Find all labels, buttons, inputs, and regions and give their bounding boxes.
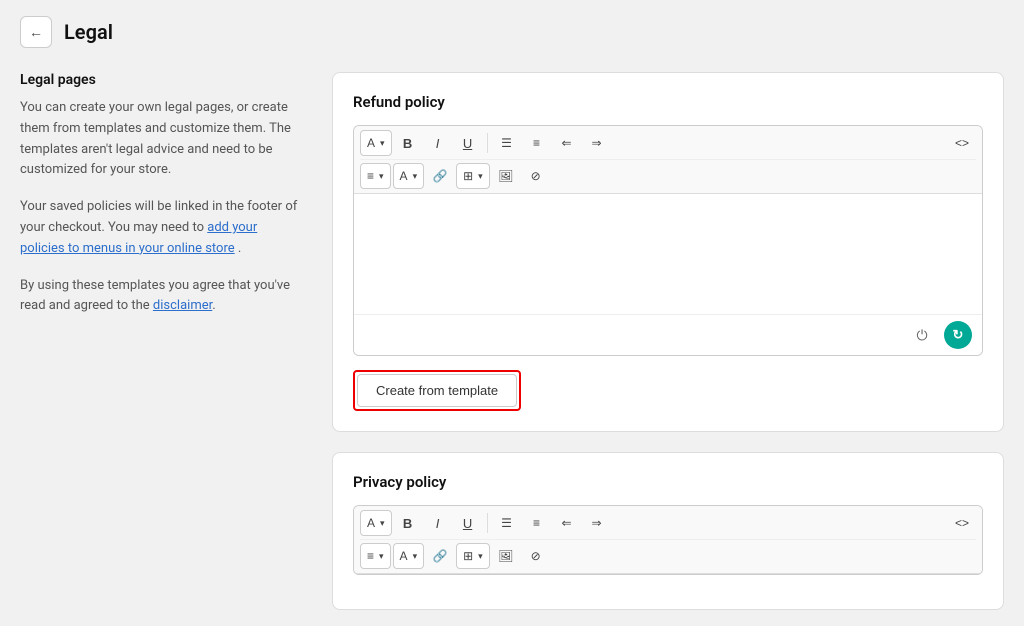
bold-button[interactable]: B xyxy=(394,130,422,156)
font-dropdown-chevron: ▾ xyxy=(380,138,385,149)
align-icon: ≡ xyxy=(367,169,374,183)
privacy-align-chevron: ▾ xyxy=(379,551,384,562)
font-size-label: A xyxy=(367,136,375,150)
sidebar-paragraph-2: Your saved policies will be linked in th… xyxy=(20,197,300,259)
main-content: Refund policy A ▾ B I U xyxy=(332,72,1004,610)
privacy-editor: A ▾ B I U ☰ ≡ ⇐ ⇒ <> xyxy=(353,505,983,575)
privacy-toolbar-row-1: A ▾ B I U ☰ ≡ ⇐ ⇒ <> xyxy=(360,510,976,536)
font-size-dropdown[interactable]: A ▾ xyxy=(360,130,392,156)
sidebar-paragraph-3: By using these templates you agree that … xyxy=(20,276,300,318)
refund-policy-title: Refund policy xyxy=(353,93,983,111)
color-icon: A xyxy=(400,169,408,183)
power-icon-button[interactable]: ⏻ xyxy=(908,321,936,349)
refund-editor-footer: ⏻ ↻ xyxy=(354,314,982,355)
italic-button[interactable]: I xyxy=(424,130,452,156)
underline-button[interactable]: U xyxy=(454,130,482,156)
sidebar: Legal pages You can create your own lega… xyxy=(20,72,300,610)
toolbar-sep-1 xyxy=(487,133,488,153)
special-char-button[interactable]: ⊘ xyxy=(522,163,550,189)
toolbar-row-1: A ▾ B I U ☰ ≡ ⇐ ⇒ <> xyxy=(360,130,976,156)
ordered-list-button[interactable]: ≡ xyxy=(523,130,551,156)
sidebar-title: Legal pages xyxy=(20,72,300,88)
ai-assist-icon[interactable]: ↻ xyxy=(944,321,972,349)
privacy-toolbar-sep-1 xyxy=(487,513,488,533)
color-dropdown[interactable]: A ▾ xyxy=(393,163,425,189)
privacy-policy-title: Privacy policy xyxy=(353,473,983,491)
privacy-align-dropdown[interactable]: ≡ ▾ xyxy=(360,543,391,569)
back-button[interactable]: ← xyxy=(20,16,52,48)
privacy-underline-button[interactable]: U xyxy=(454,510,482,536)
code-view-button[interactable]: <> xyxy=(948,130,976,156)
outdent-button[interactable]: ⇐ xyxy=(553,130,581,156)
privacy-code-button[interactable]: <> xyxy=(948,510,976,536)
privacy-table-icon: ⊞ xyxy=(463,549,473,563)
privacy-color-icon: A xyxy=(400,549,408,563)
refund-toolbar: A ▾ B I U ☰ ≡ ⇐ ⇒ <> xyxy=(354,126,982,194)
privacy-bold-button[interactable]: B xyxy=(394,510,422,536)
link-button[interactable]: 🔗 xyxy=(426,163,454,189)
privacy-color-dropdown[interactable]: A ▾ xyxy=(393,543,425,569)
table-dropdown-chevron: ▾ xyxy=(478,171,483,182)
privacy-ol-button[interactable]: ≡ xyxy=(523,510,551,536)
refund-editor-body[interactable] xyxy=(354,194,982,314)
privacy-outdent-button[interactable]: ⇐ xyxy=(553,510,581,536)
page-title: Legal xyxy=(64,20,113,44)
privacy-ul-button[interactable]: ☰ xyxy=(493,510,521,536)
indent-button[interactable]: ⇒ xyxy=(583,130,611,156)
privacy-color-chevron: ▾ xyxy=(413,551,418,562)
privacy-special-char-button[interactable]: ⊘ xyxy=(522,543,550,569)
privacy-table-chevron: ▾ xyxy=(478,551,483,562)
color-dropdown-chevron: ▾ xyxy=(413,171,418,182)
privacy-indent-button[interactable]: ⇒ xyxy=(583,510,611,536)
sidebar-p3-text-after: . xyxy=(212,298,215,313)
privacy-font-label: A xyxy=(367,516,375,530)
privacy-toolbar-row-2: ≡ ▾ A ▾ 🔗 ⊞ ▾ 🖼 xyxy=(360,539,976,569)
privacy-image-button[interactable]: 🖼 xyxy=(492,543,520,569)
sidebar-disclaimer-link[interactable]: disclaimer xyxy=(153,298,212,313)
align-dropdown[interactable]: ≡ ▾ xyxy=(360,163,391,189)
align-dropdown-chevron: ▾ xyxy=(379,171,384,182)
privacy-toolbar: A ▾ B I U ☰ ≡ ⇐ ⇒ <> xyxy=(354,506,982,574)
privacy-align-icon: ≡ xyxy=(367,549,374,563)
image-button[interactable]: 🖼 xyxy=(492,163,520,189)
privacy-italic-button[interactable]: I xyxy=(424,510,452,536)
unordered-list-button[interactable]: ☰ xyxy=(493,130,521,156)
privacy-table-dropdown[interactable]: ⊞ ▾ xyxy=(456,543,490,569)
toolbar-row-2: ≡ ▾ A ▾ 🔗 ⊞ ▾ 🖼 xyxy=(360,159,976,189)
refund-editor: A ▾ B I U ☰ ≡ ⇐ ⇒ <> xyxy=(353,125,983,356)
sidebar-paragraph-1: You can create your own legal pages, or … xyxy=(20,98,300,181)
privacy-policy-card: Privacy policy A ▾ B I U xyxy=(332,452,1004,610)
privacy-font-chevron: ▾ xyxy=(380,518,385,529)
sidebar-p2-text-after: . xyxy=(235,241,242,256)
create-from-template-button[interactable]: Create from template xyxy=(357,374,517,407)
table-icon: ⊞ xyxy=(463,169,473,183)
refund-policy-card: Refund policy A ▾ B I U xyxy=(332,72,1004,432)
page-header: ← Legal xyxy=(20,16,1004,48)
create-template-highlight: Create from template xyxy=(353,370,521,411)
privacy-link-button[interactable]: 🔗 xyxy=(426,543,454,569)
table-dropdown[interactable]: ⊞ ▾ xyxy=(456,163,490,189)
privacy-font-dropdown[interactable]: A ▾ xyxy=(360,510,392,536)
